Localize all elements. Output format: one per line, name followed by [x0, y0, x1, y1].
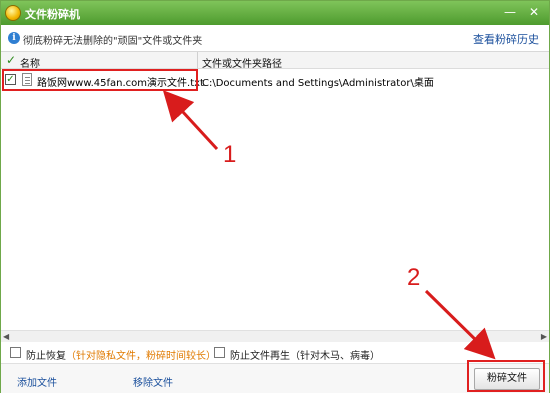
annotation-label-2: 2: [407, 264, 421, 291]
info-bar: i 彻底粉碎无法删除的"顽固"文件或文件夹 查看粉碎历史: [1, 25, 549, 51]
column-header-name[interactable]: 名称: [20, 55, 40, 70]
prevent-regen-label[interactable]: 防止文件再生（针对木马、病毒）: [230, 347, 380, 362]
view-history-link[interactable]: 查看粉碎历史: [473, 31, 539, 47]
prevent-regen-checkbox[interactable]: [214, 347, 225, 358]
prevent-regen-text: 防止文件再生: [230, 351, 290, 362]
select-all-check-icon[interactable]: ✓: [6, 54, 16, 66]
horizontal-scrollbar[interactable]: ◀ ▶: [1, 330, 549, 342]
file-path: C:\Documents and Settings\Administrator\…: [202, 78, 434, 89]
file-shredder-window: 文件粉碎机 — ✕ i 彻底粉碎无法删除的"顽固"文件或文件夹 查看粉碎历史 ✓…: [0, 0, 550, 393]
prevent-recovery-label[interactable]: 防止恢复（针对隐私文件，粉碎时间较长）: [26, 347, 216, 362]
title-bar: 文件粉碎机 — ✕: [1, 1, 549, 25]
prevent-recovery-text: 防止恢复: [26, 351, 66, 362]
info-icon: i: [8, 32, 20, 44]
add-file-link[interactable]: 添加文件: [17, 374, 57, 389]
scroll-left-icon[interactable]: ◀: [3, 331, 9, 343]
app-logo-icon: [5, 5, 21, 21]
prevent-recovery-hint: （针对隐私文件，粉碎时间较长）: [66, 351, 216, 362]
prevent-regen-hint: （针对木马、病毒）: [290, 351, 380, 362]
prevent-recovery-checkbox[interactable]: [10, 347, 21, 358]
annotation-label-1: 1: [223, 141, 237, 168]
scroll-right-icon[interactable]: ▶: [541, 331, 547, 343]
highlight-box-file: [2, 69, 198, 91]
column-divider[interactable]: [197, 52, 198, 69]
minimize-button[interactable]: —: [501, 4, 519, 20]
info-text: 彻底粉碎无法删除的"顽固"文件或文件夹: [23, 36, 203, 47]
highlight-box-button: [467, 360, 545, 392]
remove-file-link[interactable]: 移除文件: [133, 374, 173, 389]
file-list: ✓ 名称 文件或文件夹路径 ✓ 路饭网www.45fan.com演示文件.txt…: [1, 51, 549, 342]
list-header: ✓ 名称 文件或文件夹路径: [1, 52, 549, 70]
close-button[interactable]: ✕: [525, 4, 543, 20]
window-title: 文件粉碎机: [25, 8, 80, 21]
column-header-path[interactable]: 文件或文件夹路径: [202, 55, 282, 70]
